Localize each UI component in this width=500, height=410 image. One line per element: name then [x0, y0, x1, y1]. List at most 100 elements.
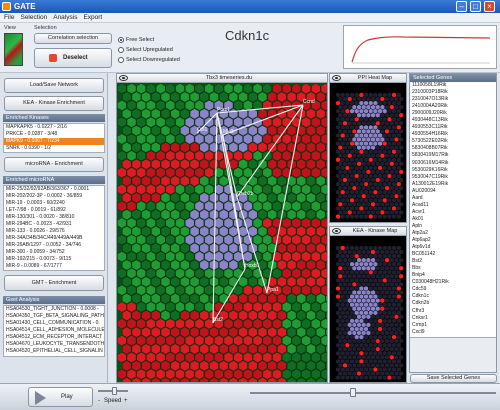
save-selected-genes-button[interactable]: Save Selected Genes: [410, 374, 497, 383]
som-hex-cell[interactable]: [146, 150, 156, 162]
menu-file[interactable]: File: [2, 13, 16, 23]
som-hex-cell[interactable]: [315, 91, 326, 103]
som-hex-cell[interactable]: [301, 234, 311, 246]
som-hex-cell[interactable]: [175, 335, 185, 347]
som-hex-cell[interactable]: [121, 276, 132, 288]
selected-gene-item[interactable]: 1110058L19Rik: [410, 82, 496, 89]
som-hex-cell[interactable]: [301, 116, 311, 128]
som-hex-cell[interactable]: [141, 343, 151, 355]
som-hex-cell[interactable]: [248, 326, 258, 338]
som-hex-cell[interactable]: [281, 217, 292, 229]
som-hex-cell[interactable]: [291, 234, 302, 246]
som-hex-cell[interactable]: [301, 133, 311, 145]
som-hex-cell[interactable]: [281, 251, 292, 263]
microrna-list-item[interactable]: MIR-192/215 - 0.0073 - 9/115: [4, 256, 104, 263]
som-hex-cell[interactable]: [151, 192, 161, 204]
som-hex-cell[interactable]: [252, 335, 263, 347]
som-hex-cell[interactable]: [170, 209, 180, 221]
som-hex-cell[interactable]: [233, 318, 243, 330]
som-hex-cell[interactable]: [209, 91, 219, 103]
som-hex-cell[interactable]: [117, 368, 127, 380]
som-hex-cell[interactable]: [209, 343, 219, 355]
som-hex-cell[interactable]: [267, 91, 277, 103]
som-hex-cell[interactable]: [306, 175, 316, 187]
som-hex-cell[interactable]: [218, 225, 229, 237]
som-hex-cell[interactable]: [248, 91, 258, 103]
som-hex-cell[interactable]: [180, 309, 190, 321]
som-hex-cell[interactable]: [175, 200, 185, 212]
som-hex-cell[interactable]: [170, 326, 180, 338]
som-hex-cell[interactable]: [151, 225, 161, 237]
som-hex-cell[interactable]: [117, 234, 127, 246]
som-hex-cell[interactable]: [209, 158, 219, 170]
som-hex-cell[interactable]: [296, 209, 307, 221]
som-hex-cell[interactable]: [175, 167, 185, 179]
som-hex-cell[interactable]: [277, 276, 287, 288]
som-hex-cell[interactable]: [155, 116, 166, 128]
som-hex-cell[interactable]: [291, 217, 302, 229]
som-hex-cell[interactable]: [199, 259, 210, 271]
som-hex-cell[interactable]: [136, 368, 147, 380]
som-hex-cell[interactable]: [296, 175, 307, 187]
som-hex-cell[interactable]: [306, 293, 316, 305]
som-hex-cell[interactable]: [131, 343, 142, 355]
som-hex-cell[interactable]: [184, 200, 195, 212]
gset-list-item[interactable]: HSA04530_TIGHT_JUNCTION - 0.0008 -: [4, 306, 104, 313]
speed-slider-handle[interactable]: [111, 387, 117, 395]
selected-gene-item[interactable]: Cxcl9: [410, 329, 496, 336]
som-hex-cell[interactable]: [277, 175, 287, 187]
som-hex-cell[interactable]: [252, 200, 263, 212]
som-hex-cell[interactable]: [165, 116, 176, 128]
selected-gene-item[interactable]: 2310047O13Rik: [410, 96, 496, 103]
som-hex-cell[interactable]: [131, 326, 142, 338]
gmt-enrichment-button[interactable]: GMT - Enrichment: [4, 275, 104, 291]
som-hex-cell[interactable]: [160, 141, 171, 153]
som-hex-cell[interactable]: [267, 360, 277, 372]
som-hex-cell[interactable]: [189, 276, 200, 288]
som-hex-cell[interactable]: [180, 293, 190, 305]
selected-gene-item[interactable]: 2900009J20Rik: [410, 110, 496, 117]
som-hex-cell[interactable]: [301, 267, 311, 279]
som-hex-cell[interactable]: [184, 150, 195, 162]
microrna-list-item[interactable]: MIR-25/32/92/92AB/363/367 - 0.0001: [4, 186, 104, 193]
som-hex-cell[interactable]: [180, 343, 190, 355]
selected-genes-list[interactable]: 1110058L19Rik 2310003P18Rik 2310047O13Rik 2…: [410, 82, 496, 338]
som-hex-cell[interactable]: [233, 167, 243, 179]
som-hex-cell[interactable]: [189, 242, 200, 254]
selected-gene-item[interactable]: A130012E19Rik: [410, 181, 496, 188]
som-hex-cell[interactable]: [121, 309, 132, 321]
som-hex-cell[interactable]: [199, 242, 210, 254]
som-hex-cell[interactable]: [257, 141, 268, 153]
som-hex-cell[interactable]: [209, 141, 219, 153]
som-hex-cell[interactable]: [257, 125, 268, 137]
selected-gene-item[interactable]: 4930553C11Rik: [410, 124, 496, 131]
network-node-label[interactable]: Creb2b: [237, 191, 254, 197]
som-hex-cell[interactable]: [155, 251, 166, 263]
som-hex-cell[interactable]: [277, 293, 287, 305]
som-hex-cell[interactable]: [194, 251, 205, 263]
som-hex-cell[interactable]: [296, 343, 307, 355]
som-hex-cell[interactable]: [189, 343, 200, 355]
som-hex-cell[interactable]: [194, 83, 205, 95]
som-hex-cell[interactable]: [170, 259, 180, 271]
som-hex-cell[interactable]: [160, 209, 171, 221]
som-hex-cell[interactable]: [117, 116, 127, 128]
som-hex-cell[interactable]: [214, 267, 224, 279]
selected-gene-item[interactable]: Aard: [410, 195, 496, 202]
som-hex-cell[interactable]: [117, 335, 127, 347]
som-hex-cell[interactable]: [228, 360, 239, 372]
som-hex-cell[interactable]: [184, 368, 195, 380]
som-hex-cell[interactable]: [141, 360, 151, 372]
som-hex-cell[interactable]: [121, 343, 132, 355]
som-hex-cell[interactable]: [184, 217, 195, 229]
som-hex-cell[interactable]: [136, 318, 147, 330]
som-hex-cell[interactable]: [180, 125, 190, 137]
som-hex-cell[interactable]: [223, 217, 234, 229]
som-hex-cell[interactable]: [199, 326, 210, 338]
som-hex-cell[interactable]: [160, 360, 171, 372]
som-hex-cell[interactable]: [291, 167, 302, 179]
som-hex-cell[interactable]: [262, 318, 273, 330]
som-hex-cell[interactable]: [189, 225, 200, 237]
som-hex-cell[interactable]: [233, 351, 243, 363]
som-hex-cell[interactable]: [311, 234, 321, 246]
